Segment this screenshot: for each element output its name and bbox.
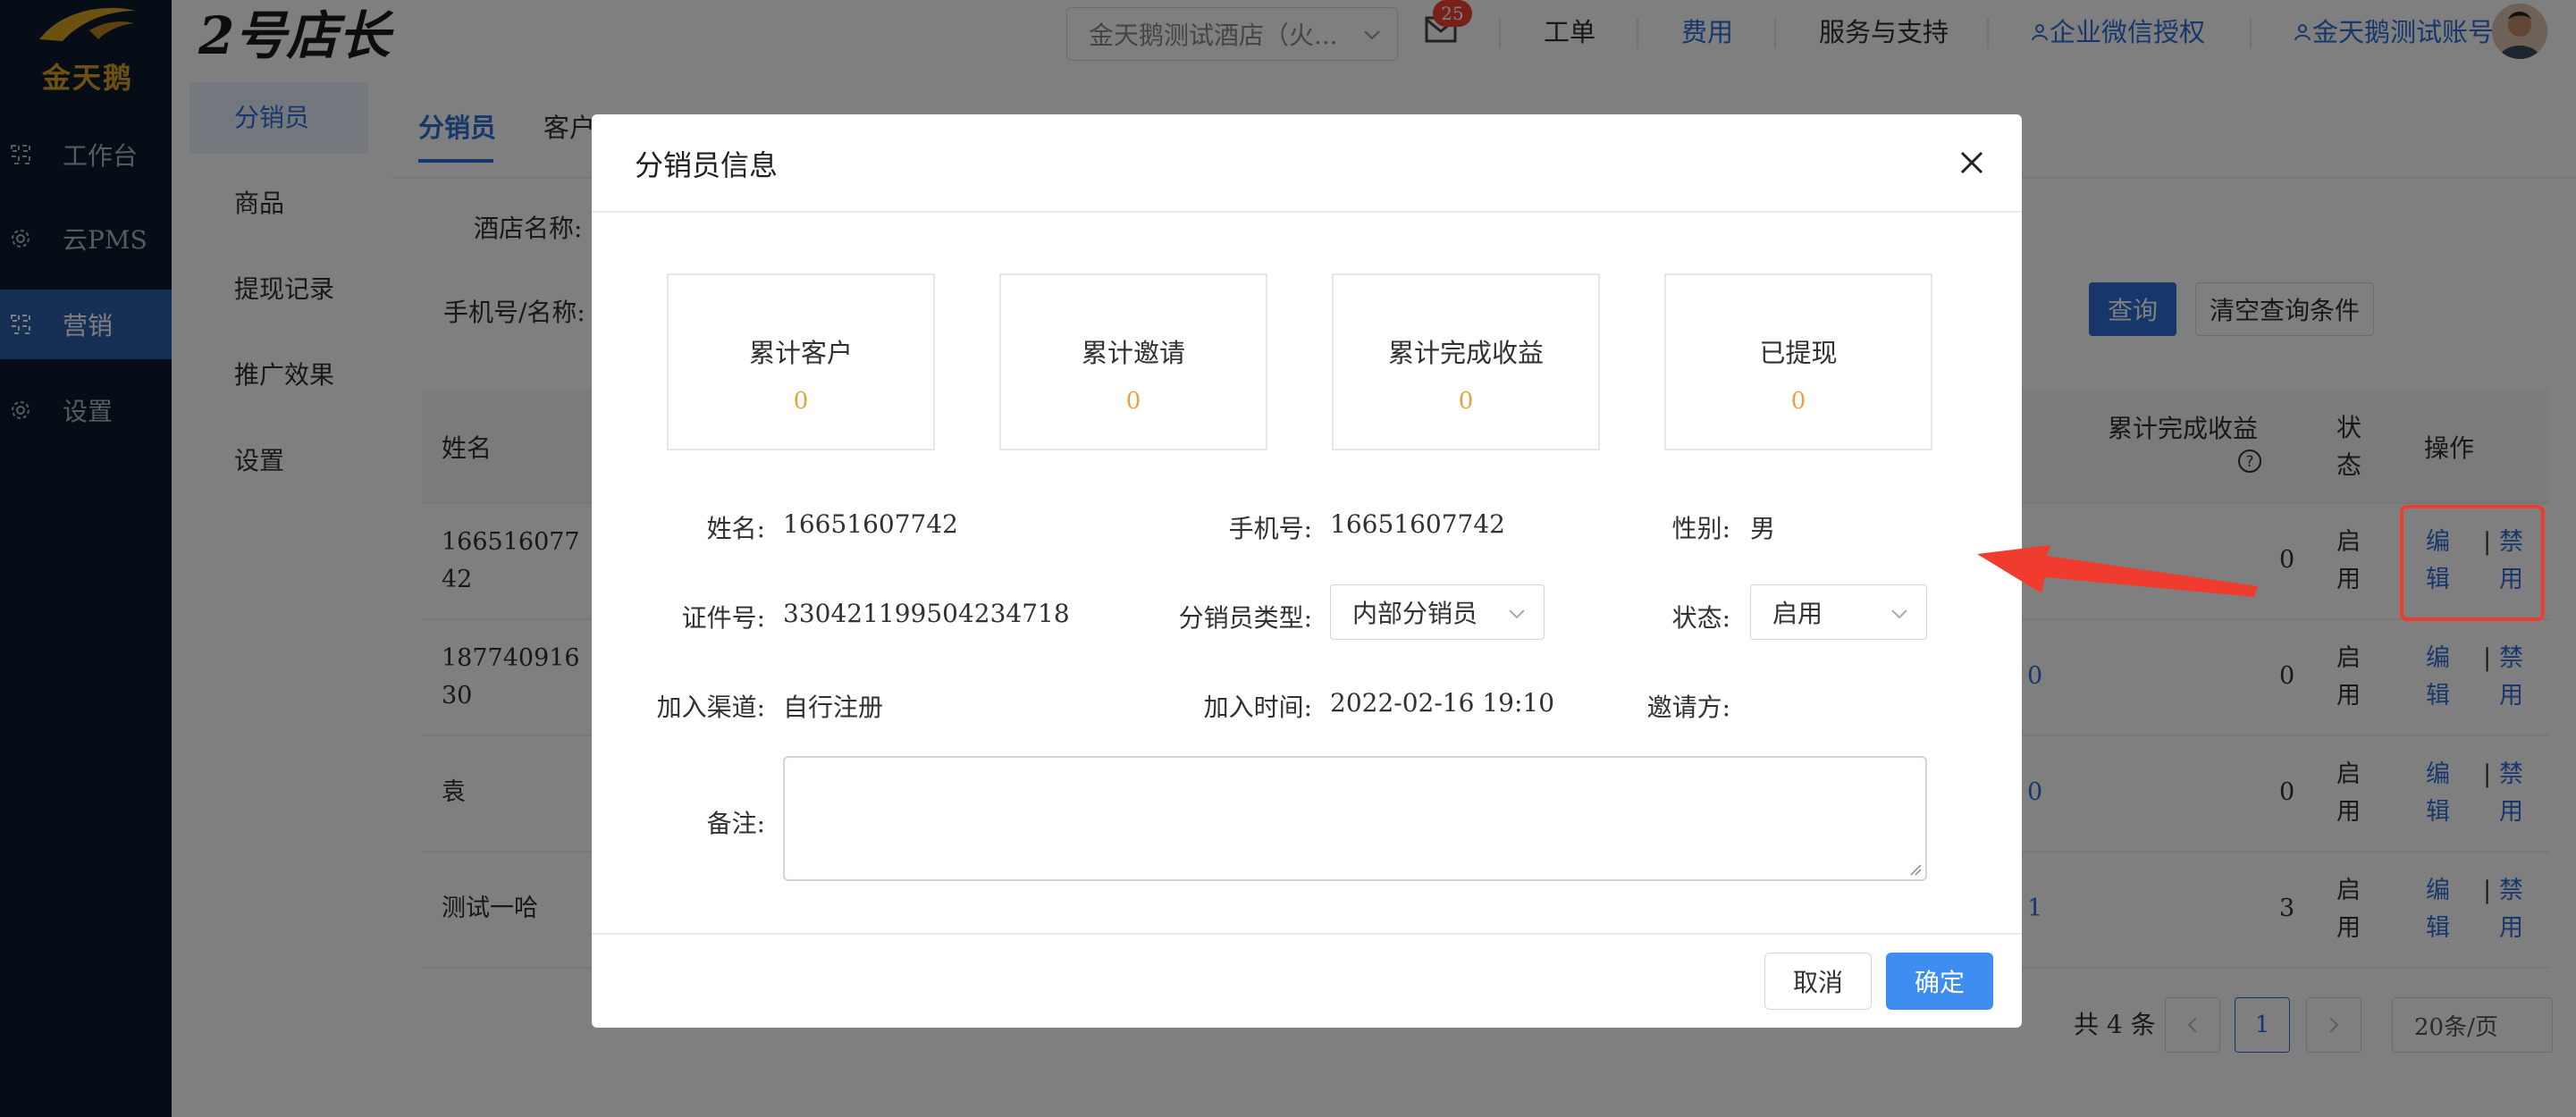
chevron-down-icon bbox=[1891, 609, 1907, 619]
join-time-label: 加入时间: bbox=[1203, 693, 1312, 722]
join-time-value: 2022-02-16 19:10 bbox=[1330, 688, 1555, 718]
stat-value: 0 bbox=[793, 388, 809, 415]
stat-card-invites: 累计邀请 0 bbox=[999, 273, 1267, 450]
remark-label: 备注: bbox=[706, 809, 765, 838]
id-number-label: 证件号: bbox=[681, 603, 765, 633]
stat-card-withdrawn: 已提现 0 bbox=[1664, 273, 1932, 450]
chevron-down-icon bbox=[1509, 609, 1525, 619]
stat-label: 已提现 bbox=[1759, 338, 1838, 368]
stat-card-earnings: 累计完成收益 0 bbox=[1332, 273, 1600, 450]
distributor-type-value: 内部分销员 bbox=[1352, 599, 1478, 628]
stat-value: 0 bbox=[1790, 388, 1806, 415]
stat-label: 累计邀请 bbox=[1081, 338, 1185, 368]
close-icon[interactable] bbox=[1957, 148, 1986, 177]
status-select[interactable]: 启用 bbox=[1750, 584, 1927, 640]
distributor-info-dialog bbox=[592, 114, 2022, 1028]
phone-label: 手机号: bbox=[1228, 514, 1312, 543]
id-number-value: 330421199504234718 bbox=[783, 599, 1070, 628]
name-label: 姓名: bbox=[706, 514, 765, 543]
stat-label: 累计客户 bbox=[748, 338, 853, 368]
remark-textarea[interactable] bbox=[783, 756, 1927, 881]
name-value: 16651607742 bbox=[783, 509, 958, 539]
dialog-header-divider bbox=[592, 211, 2022, 213]
gender-label: 性别: bbox=[1671, 514, 1730, 543]
join-channel-label: 加入渠道: bbox=[656, 693, 765, 722]
stat-value: 0 bbox=[1458, 388, 1474, 415]
annotation-highlight-box bbox=[2400, 505, 2545, 621]
distributor-type-label: 分销员类型: bbox=[1178, 603, 1312, 633]
annotation-arrow-icon bbox=[1977, 545, 2258, 597]
dialog-footer-divider bbox=[592, 933, 2022, 935]
distributor-type-select[interactable]: 内部分销员 bbox=[1330, 584, 1545, 640]
gender-value: 男 bbox=[1750, 514, 1776, 543]
resize-handle-icon[interactable] bbox=[1909, 863, 1922, 876]
stat-label: 累计完成收益 bbox=[1387, 338, 1544, 368]
cancel-button[interactable]: 取消 bbox=[1764, 953, 1872, 1010]
confirm-button[interactable]: 确定 bbox=[1886, 953, 1993, 1010]
dialog-title: 分销员信息 bbox=[635, 148, 779, 182]
join-channel-value: 自行注册 bbox=[783, 693, 884, 722]
stat-card-customers: 累计客户 0 bbox=[667, 273, 935, 450]
stat-value: 0 bbox=[1125, 388, 1141, 415]
phone-value: 16651607742 bbox=[1330, 509, 1505, 539]
status-label: 状态: bbox=[1671, 603, 1730, 633]
inviter-label: 邀请方: bbox=[1646, 693, 1730, 722]
status-value: 启用 bbox=[1772, 599, 1823, 628]
